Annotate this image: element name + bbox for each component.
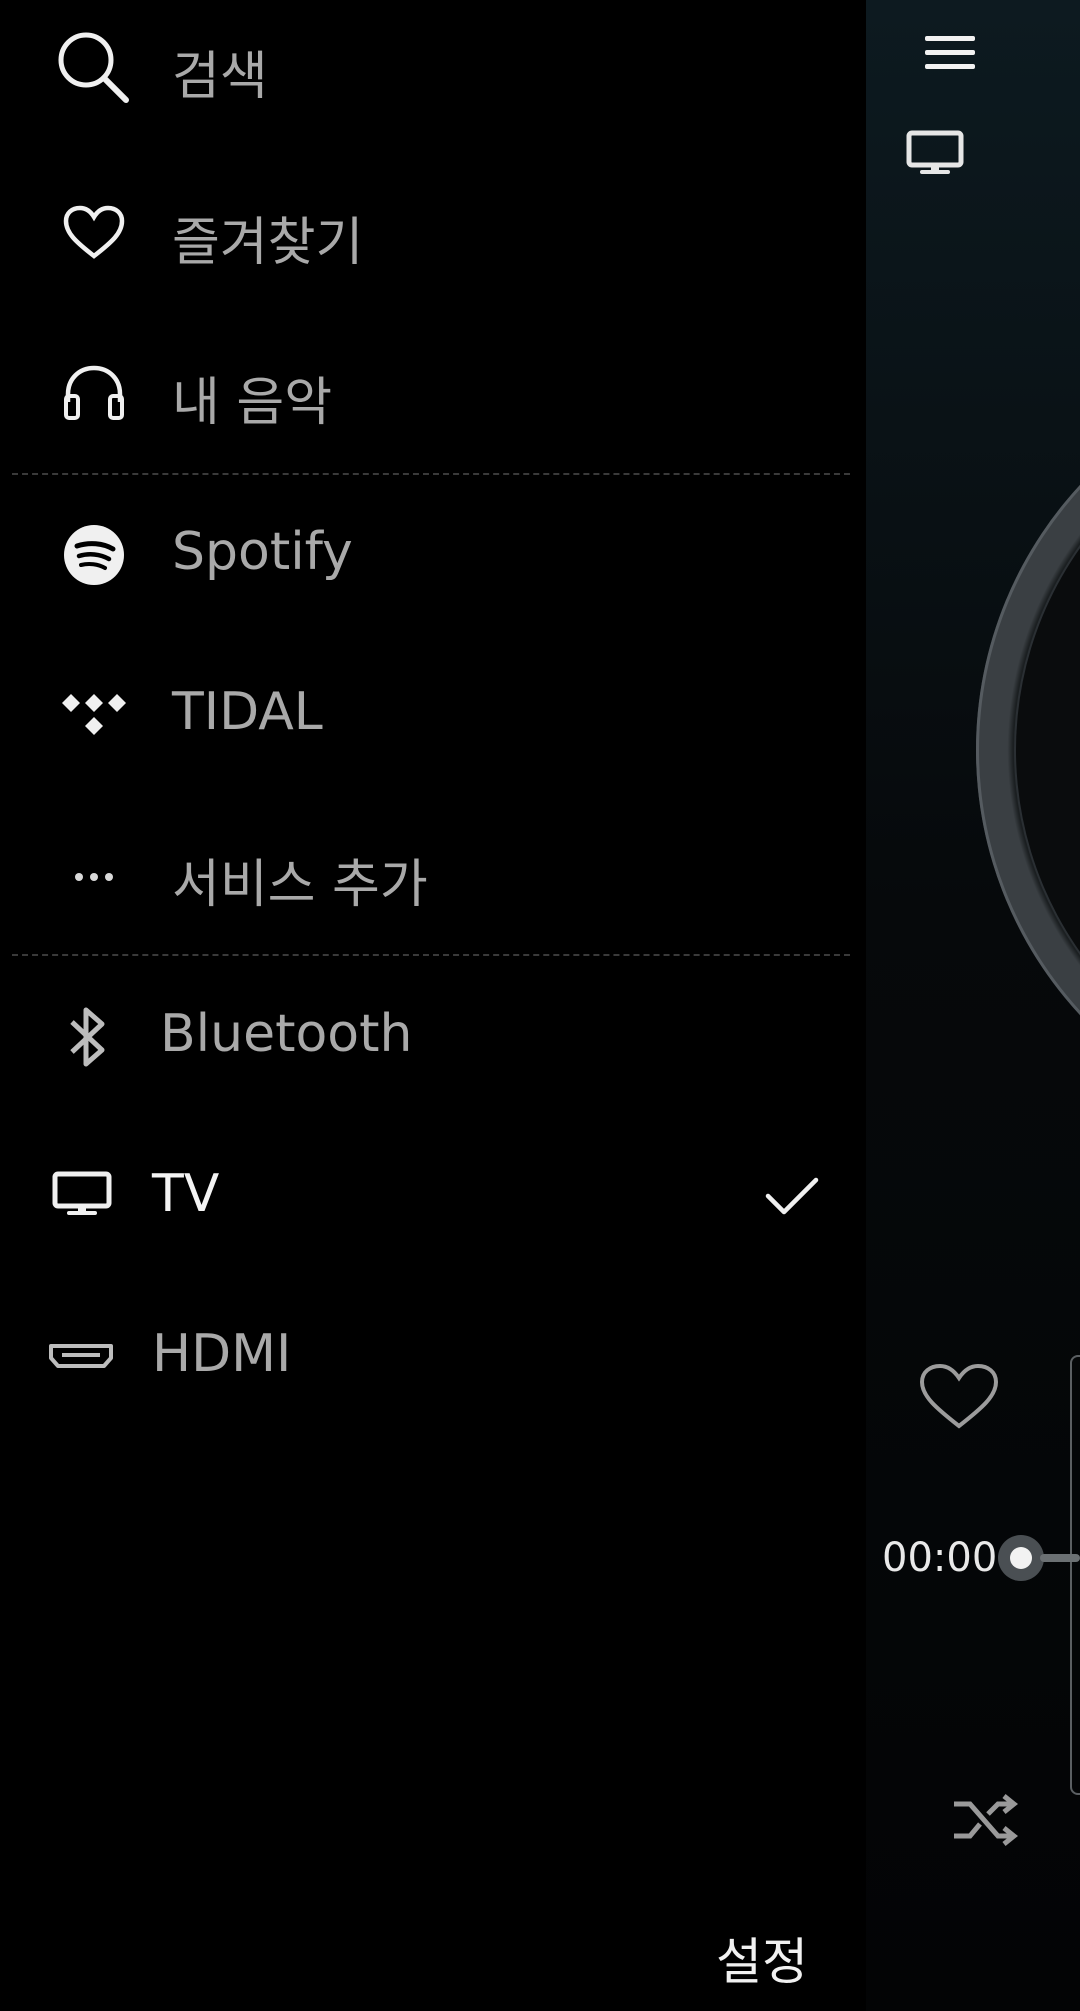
drawer-item-spotify[interactable]: Spotify [0, 474, 866, 634]
search-icon [54, 28, 130, 104]
drawer-item-add-service[interactable]: 서비스 추가 [0, 794, 866, 954]
tv-icon [52, 1171, 112, 1219]
progress-slider-handle[interactable] [998, 1535, 1044, 1581]
drawer-item-bluetooth[interactable]: Bluetooth [0, 956, 866, 1116]
progress-slider-track[interactable] [1040, 1554, 1080, 1562]
drawer-item-label: 서비스 추가 [172, 855, 428, 915]
hdmi-icon [48, 1340, 114, 1370]
navigation-drawer: 검색 즐겨찾기 내 음악 Spotify TIDAL 서비스 추가 Blueto… [0, 0, 866, 2011]
drawer-item-label: 내 음악 [172, 373, 333, 433]
drawer-item-label: Bluetooth [160, 1004, 413, 1064]
headphones-icon [62, 364, 126, 422]
drawer-item-search[interactable]: 검색 [0, 0, 866, 152]
tv-output-icon[interactable] [906, 130, 964, 176]
drawer-item-favorites[interactable]: 즐겨찾기 [0, 152, 866, 312]
shuffle-icon[interactable] [950, 1790, 1020, 1850]
tidal-icon [60, 692, 128, 738]
drawer-item-label: 즐겨찾기 [172, 213, 364, 273]
settings-button[interactable]: 설정 [716, 1922, 808, 1994]
drawer-item-label: TIDAL [172, 682, 323, 742]
drawer-item-my-music[interactable]: 내 음악 [0, 312, 866, 472]
drawer-item-label: TV [152, 1164, 220, 1224]
elapsed-time: 00:00 [882, 1535, 998, 1581]
drawer-item-tidal[interactable]: TIDAL [0, 634, 866, 794]
drawer-item-tv[interactable]: TV [0, 1116, 866, 1276]
heart-icon [62, 204, 126, 262]
spotify-icon [63, 524, 125, 586]
drawer-item-label: HDMI [152, 1324, 292, 1384]
favorite-heart-icon[interactable] [918, 1362, 1000, 1432]
menu-icon[interactable] [925, 34, 975, 72]
drawer-item-label: Spotify [172, 522, 353, 582]
drawer-item-label: 검색 [172, 47, 268, 107]
checkmark-icon [764, 1174, 820, 1218]
more-icon [74, 872, 114, 882]
side-card-edge [1070, 1355, 1080, 1795]
drawer-item-hdmi[interactable]: HDMI [0, 1276, 866, 1436]
now-playing-panel [866, 0, 1080, 2011]
bluetooth-icon [64, 1004, 112, 1070]
